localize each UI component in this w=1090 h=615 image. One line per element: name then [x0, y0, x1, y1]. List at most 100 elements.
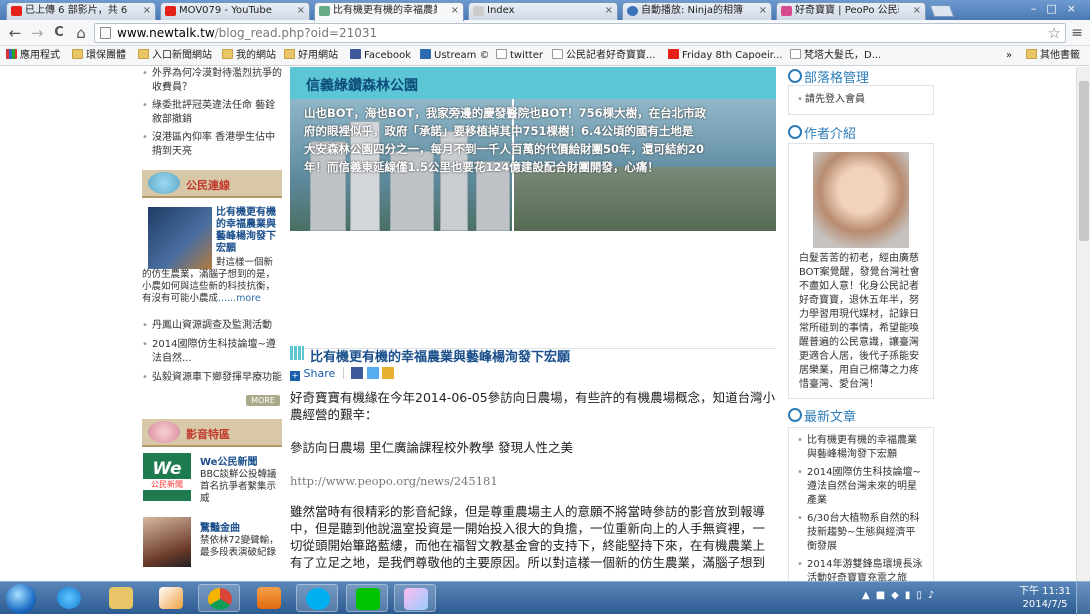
- share-icon[interactable]: +: [290, 371, 300, 381]
- folder-icon: [1026, 49, 1037, 59]
- app-icon: [404, 588, 428, 610]
- bookmark-folder-mysites[interactable]: 我的網站: [222, 49, 276, 63]
- share-button[interactable]: Share: [304, 367, 336, 380]
- tab-strip: 已上傳 6 部影片，共 6 部 × MOV079 - YouTube × 比有機更有…: [0, 0, 1090, 21]
- youtube-icon: [11, 6, 22, 16]
- video-title[interactable]: We公民新聞: [200, 453, 257, 468]
- forward-button[interactable]: →: [28, 24, 46, 42]
- tab-index[interactable]: Index ×: [468, 2, 618, 20]
- bookmark-ustream[interactable]: Ustream ©: [420, 49, 490, 63]
- new-tab-button[interactable]: [929, 5, 955, 17]
- home-button[interactable]: ⌂: [72, 24, 90, 42]
- feature-title[interactable]: 比有機更有機的幸福農業與藝峰楊洵發下宏願: [216, 207, 280, 255]
- bookmark-fanta[interactable]: 梵塔大髮氏，D...: [790, 49, 881, 63]
- logo-subtext: 公民新聞: [143, 479, 191, 490]
- start-button[interactable]: [6, 584, 36, 614]
- taskbar-paint[interactable]: [150, 584, 192, 612]
- clock[interactable]: 下午 11:31 2014/7/5: [1018, 585, 1072, 611]
- taskbar-app[interactable]: [394, 584, 436, 612]
- tab-mov079[interactable]: MOV079 - YouTube ×: [160, 2, 310, 20]
- section-title: 影音特區: [186, 428, 230, 441]
- taskbar-explorer[interactable]: [100, 584, 142, 612]
- back-button[interactable]: ←: [6, 24, 24, 42]
- plurk-icon[interactable]: [382, 367, 395, 379]
- title-bullet-icon: [290, 346, 304, 360]
- bookmark-peopo[interactable]: 公民記者好奇寶寶...: [552, 49, 656, 63]
- link-item[interactable]: 丹鳳山資源調查及監測活動: [142, 319, 282, 333]
- taskbar: ▲■◆▮▯♪ 下午 11:31 2014/7/5: [0, 581, 1090, 615]
- bookmark-folder-useful[interactable]: 好用網站: [284, 49, 338, 63]
- taskbar-media[interactable]: [248, 584, 290, 612]
- taskbar-skype[interactable]: [296, 584, 338, 612]
- bookmark-apps[interactable]: 應用程式: [6, 49, 60, 63]
- latest-item[interactable]: 6/30台大植物系自然的科技新趨勢~生態與經濟平衡發展: [797, 512, 925, 554]
- article-link[interactable]: http://www.peopo.org/news/245181: [290, 473, 776, 490]
- bookmark-label: 入口新聞網站: [152, 50, 212, 61]
- window-controls[interactable]: –□×: [1020, 2, 1086, 18]
- page-scrollbar[interactable]: [1076, 67, 1090, 581]
- close-icon[interactable]: ×: [759, 3, 767, 19]
- twitter-icon[interactable]: [366, 367, 379, 379]
- page-icon: [790, 49, 801, 59]
- link-item[interactable]: 2014國際仿生科技論壇~遵法自然...: [142, 338, 282, 366]
- youtube-icon: [668, 49, 679, 59]
- show-desktop-button[interactable]: [1076, 582, 1090, 615]
- link-item[interactable]: 綠委批評冠英違法任命 藝銓敘部撤銷: [142, 99, 282, 127]
- bookmarks-overflow[interactable]: »: [1006, 49, 1012, 63]
- login-link[interactable]: • 請先登入會員: [797, 93, 925, 107]
- tray-icons[interactable]: ▲■◆▮▯♪: [862, 590, 1012, 606]
- share-bar: + Share: [290, 367, 395, 381]
- address-bar[interactable]: www.newtalk.tw/blog_read.php?oid=21031 ☆: [94, 23, 1066, 43]
- folder-icon: [138, 49, 149, 59]
- video-thumbnail[interactable]: [143, 517, 191, 567]
- toolbar: ← → C ⌂ www.newtalk.tw/blog_read.php?oid…: [0, 20, 1090, 46]
- tab-title: 自動播放: Ninja的相簿「仁: [641, 5, 745, 16]
- bookmark-twitter[interactable]: twitter: [496, 49, 543, 63]
- more-button[interactable]: MORE: [246, 395, 280, 406]
- latest-item[interactable]: 2014國際仿生科技論壇~遵法自然台灣未來的明星產業: [797, 466, 925, 508]
- bookmark-label: Ustream ©: [434, 50, 490, 61]
- link-item[interactable]: 外界為何冷漠對待濫烈抗爭的收費員？: [142, 67, 282, 95]
- login-box: • 請先登入會員: [788, 85, 934, 115]
- close-icon[interactable]: ×: [913, 3, 921, 19]
- close-icon[interactable]: ×: [451, 3, 459, 19]
- bookmark-label: 環保團體: [86, 50, 126, 61]
- author-avatar[interactable]: [813, 152, 909, 248]
- bookmark-facebook[interactable]: Facebook: [350, 49, 411, 63]
- we-news-logo[interactable]: We 公民新聞: [143, 453, 191, 501]
- latest-item[interactable]: 比有機更有機的幸福農業與藝峰楊洵發下宏願: [797, 434, 925, 462]
- close-icon[interactable]: ×: [143, 3, 151, 19]
- close-icon[interactable]: ×: [297, 3, 305, 19]
- video-title[interactable]: 驚豔金曲: [200, 519, 240, 534]
- tab-album[interactable]: 自動播放: Ninja的相簿「仁 ×: [622, 2, 772, 20]
- facebook-icon[interactable]: [351, 367, 364, 379]
- article-paragraph: 參訪向日農場 里仁廣論課程校外教學 發現人性之美: [290, 440, 573, 455]
- hero-banner[interactable]: 信義綠鑽森林公園 山也BOT，海也BOT，我家旁邊的慶發醫院也BOT！756棵大…: [290, 67, 776, 231]
- ie-icon: [57, 587, 81, 609]
- link-item[interactable]: 弘毅資源車下鄉發揮早療功能: [142, 371, 282, 385]
- link-item[interactable]: 沒港區內仰率 香港學生佔中揹到天亮: [142, 131, 282, 159]
- taskbar-ie[interactable]: [48, 584, 90, 612]
- tab-peopo[interactable]: 好奇寶寶 | PeoPo 公民新聞 ×: [776, 2, 926, 20]
- tab-uploads[interactable]: 已上傳 6 部影片，共 6 部 ×: [6, 2, 156, 20]
- bookmark-capoeira[interactable]: Friday 8th Capoeir...: [668, 49, 783, 63]
- taskbar-line[interactable]: [346, 584, 388, 612]
- menu-button[interactable]: ≡: [1068, 24, 1086, 42]
- tab-article[interactable]: 比有機更有機的幸福農業與 ×: [314, 2, 464, 21]
- bookmark-other[interactable]: 其他書籤: [1026, 49, 1080, 63]
- video-desc: BBC談鮮公投韓議首名抗爭者繫集示威: [200, 469, 277, 504]
- bookmark-label: twitter: [510, 50, 543, 61]
- bookmark-folder-news[interactable]: 入口新聞網站: [138, 49, 212, 63]
- star-icon[interactable]: ☆: [1048, 24, 1061, 42]
- latest-item[interactable]: 2014年游雙鋒島環境長泳活動好奇寶寶充電之旅: [797, 558, 925, 581]
- bookmark-folder-env[interactable]: 環保團體: [72, 49, 126, 63]
- taskbar-chrome[interactable]: [198, 584, 240, 612]
- more-link[interactable]: ......more: [218, 293, 261, 304]
- scrollbar-thumb[interactable]: [1079, 81, 1089, 241]
- tab-title: 已上傳 6 部影片，共 6 部: [25, 5, 129, 16]
- close-icon[interactable]: ×: [605, 3, 613, 19]
- skype-icon: [306, 588, 330, 610]
- reload-button[interactable]: C: [50, 24, 68, 42]
- author-box: 白髮苦苦的初老，經由廣慈BOT案覺醒，發覺台灣社會不盡如人意！化身公民記者好奇寶…: [788, 143, 934, 399]
- page-icon: [552, 49, 563, 59]
